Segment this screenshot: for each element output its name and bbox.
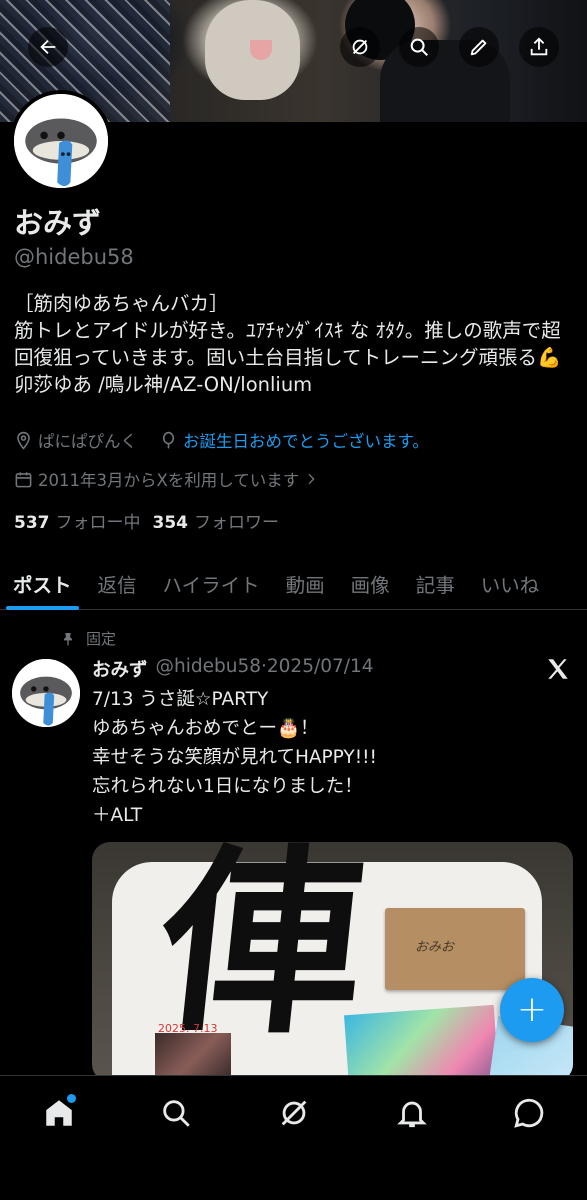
compose-button[interactable]: + bbox=[500, 978, 564, 1042]
pinned-label-row: 固定 bbox=[60, 628, 116, 649]
pufferfish-avatar-image bbox=[14, 94, 108, 188]
home-notification-dot bbox=[67, 1094, 76, 1103]
birthday-link[interactable]: お誕生日おめでとうございます。 bbox=[183, 428, 429, 452]
search-button[interactable] bbox=[399, 27, 439, 67]
pufferfish-avatar-image bbox=[12, 659, 80, 727]
grok-button[interactable] bbox=[340, 27, 380, 67]
idol-photo-card bbox=[344, 1004, 500, 1082]
plus-icon: + bbox=[516, 989, 548, 1030]
instant-photo-date: 2025. 7.13 bbox=[158, 1022, 218, 1035]
notifications-icon[interactable] bbox=[395, 1096, 429, 1130]
tab-articles[interactable]: 記事 bbox=[403, 558, 468, 608]
share-icon bbox=[530, 37, 548, 56]
follow-stats: 537 フォロー中 354 フォロワー bbox=[14, 508, 279, 533]
profile-tabs: ポスト 返信 ハイライト 動画 画像 記事 いいね bbox=[0, 558, 587, 610]
explore-icon[interactable] bbox=[159, 1096, 193, 1130]
calendar-icon bbox=[15, 471, 32, 487]
tab-replies[interactable]: 返信 bbox=[85, 558, 150, 608]
joined-text: 2011年3月からXを利用しています bbox=[38, 471, 300, 490]
meta-location-row: ぱにぱぴんく お誕生日おめでとうございます。 bbox=[14, 428, 429, 452]
pinned-label: 固定 bbox=[86, 630, 117, 648]
tab-likes[interactable]: いいね bbox=[468, 558, 553, 608]
calligraphy-artwork: 俥 bbox=[149, 842, 375, 1061]
post-media-image[interactable]: 俥 おみお 2025. 7.13 bbox=[92, 842, 573, 1082]
tab-highlights[interactable]: ハイライト bbox=[150, 558, 273, 608]
joined-row[interactable]: 2011年3月からXを利用しています bbox=[14, 467, 324, 491]
share-button[interactable] bbox=[519, 27, 559, 67]
back-button[interactable] bbox=[28, 27, 68, 67]
bottom-navigation bbox=[0, 1075, 587, 1200]
tab-posts[interactable]: ポスト bbox=[0, 558, 85, 610]
display-name: おみず bbox=[14, 206, 102, 240]
followers-stat[interactable]: 354 フォロワー bbox=[153, 508, 280, 533]
messages-icon[interactable] bbox=[512, 1096, 546, 1130]
post-author-handle[interactable]: @hidebu58 bbox=[156, 656, 262, 677]
tab-videos[interactable]: 動画 bbox=[273, 558, 338, 608]
card-handwriting: おみお bbox=[415, 940, 455, 955]
grok-icon bbox=[352, 39, 368, 55]
profile-avatar[interactable] bbox=[10, 90, 112, 192]
search-icon bbox=[410, 38, 428, 56]
profile-bio: ［筋肉ゆあちゃんバカ］ 筋トレとアイドルが好き。ﾕｱﾁｬﾝﾀﾞｲｽｷ な ｵﾀｸ… bbox=[14, 292, 562, 396]
chevron-right-icon bbox=[308, 473, 315, 485]
user-handle: @hidebu58 bbox=[14, 245, 134, 269]
following-stat[interactable]: 537 フォロー中 bbox=[14, 508, 141, 533]
pin-icon bbox=[64, 632, 72, 646]
post-text: 7/13 うさ誕☆PARTY ゆあちゃんおめでとー🎂！ 幸せそうな笑顔が見れてH… bbox=[92, 689, 377, 826]
back-icon bbox=[40, 39, 56, 55]
edit-icon bbox=[470, 39, 487, 56]
location-text: ぱにぱぴんく bbox=[38, 432, 137, 451]
post-author-avatar[interactable] bbox=[12, 659, 80, 727]
tab-images[interactable]: 画像 bbox=[338, 558, 403, 608]
message-card: おみお bbox=[385, 908, 525, 990]
post-author-name[interactable]: おみず bbox=[92, 656, 148, 682]
post-date[interactable]: ·2025/07/14 bbox=[261, 656, 374, 677]
post-header: おみず @hidebu58·2025/07/14 bbox=[92, 656, 374, 682]
grok-nav-icon[interactable] bbox=[277, 1096, 311, 1130]
balloon-icon bbox=[162, 431, 175, 448]
x-logo-icon[interactable] bbox=[545, 656, 571, 682]
location-icon bbox=[17, 431, 30, 450]
edit-button[interactable] bbox=[459, 27, 499, 67]
